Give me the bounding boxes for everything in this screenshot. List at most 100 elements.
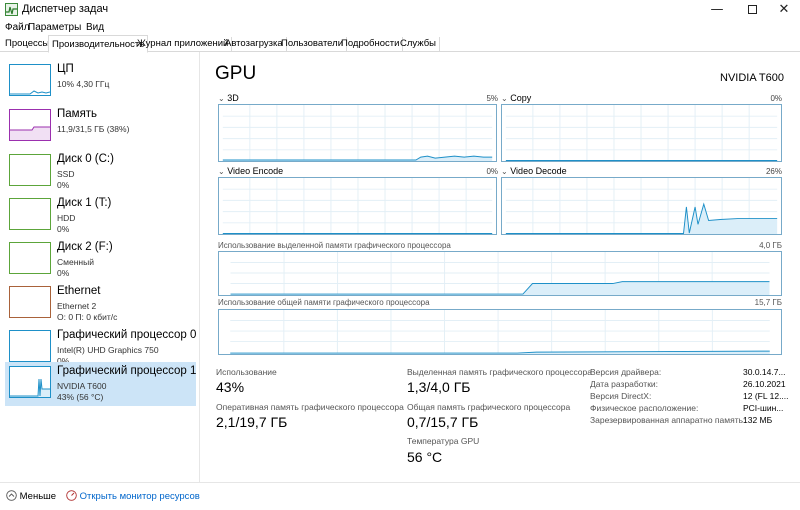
minimize-icon: — <box>710 2 724 17</box>
sidebar-item-detail: SSD <box>57 169 75 179</box>
info-value: 30.0.14.7... <box>743 367 786 377</box>
temperature-label: Температура GPU <box>407 436 480 446</box>
chevron-down-icon: ⌄ <box>501 167 508 176</box>
info-value: 26.10.2021 <box>743 379 786 389</box>
engine-selector-copy[interactable]: ⌄ Copy <box>501 93 531 103</box>
info-key: Физическое расположение: <box>590 403 699 413</box>
tab-details[interactable]: Подробности <box>338 37 404 52</box>
info-value: PCI-шин... <box>743 403 784 413</box>
sidebar-item-label: Диск 2 (F:) <box>57 241 113 253</box>
sidebar-item-ethernet[interactable]: Ethernet Ethernet 2 О: 0 П: 0 кбит/с <box>5 282 196 326</box>
title-bar: Диспетчер задач — ✕ <box>0 0 800 20</box>
gpu-model-name: NVIDIA T600 <box>720 72 784 84</box>
maximize-button[interactable] <box>735 0 769 20</box>
sidebar-item-detail: Intel(R) UHD Graphics 750 <box>57 345 159 355</box>
sidebar-item-label: Графический процессор 0 <box>57 329 197 341</box>
cpu-thumbnail-graph <box>9 64 51 96</box>
graph-percent: 26% <box>765 167 782 176</box>
sidebar-item-memory[interactable]: Память 11,9/31,5 ГБ (38%) <box>5 105 196 149</box>
disk-thumbnail-graph <box>9 154 51 186</box>
disk-thumbnail-graph <box>9 242 51 274</box>
sidebar-item-detail: 10% 4,30 ГГц <box>57 79 110 89</box>
chevron-up-circle-icon <box>6 490 17 501</box>
graph-label: Copy <box>510 93 532 103</box>
resource-sidebar: ЦП 10% 4,30 ГГц Память 11,9/31,5 ГБ (38%… <box>0 52 200 482</box>
sidebar-item-detail: HDD <box>57 213 76 223</box>
memory-thumbnail-graph <box>9 109 51 141</box>
tab-startup[interactable]: Автозагрузка <box>222 37 287 52</box>
info-value: 132 МБ <box>743 415 773 425</box>
graph-label: 3D <box>227 93 239 103</box>
sidebar-item-detail: 0% <box>57 224 70 234</box>
task-manager-icon <box>5 3 18 16</box>
dedicated-memory-max: 4,0 ГБ <box>759 241 782 250</box>
info-key: Версия драйвера: <box>590 367 662 377</box>
tab-services[interactable]: Службы <box>397 37 440 52</box>
footer: Меньше Открыть монитор ресурсов <box>0 482 800 510</box>
usage-label: Использование <box>216 367 277 377</box>
resource-monitor-icon <box>66 490 77 501</box>
gpu-thumbnail-graph <box>9 366 51 398</box>
tab-bar: Процессы Производительность Журнал прило… <box>0 35 800 53</box>
close-icon: ✕ <box>778 2 790 17</box>
sidebar-item-detail: NVIDIA T600 <box>57 381 107 391</box>
disk-thumbnail-graph <box>9 198 51 230</box>
graph-label: Video Decode <box>510 166 567 176</box>
sidebar-item-detail: 11,9/31,5 ГБ (38%) <box>57 124 130 134</box>
sidebar-item-detail: Ethernet 2 <box>57 301 97 311</box>
tab-users[interactable]: Пользователи <box>278 37 348 52</box>
sidebar-item-cpu[interactable]: ЦП 10% 4,30 ГГц <box>5 60 196 104</box>
graph-percent: 0% <box>486 167 498 176</box>
maximize-icon <box>747 5 757 14</box>
sidebar-item-detail: 0% <box>57 268 70 278</box>
sidebar-item-label: Диск 0 (C:) <box>57 153 114 165</box>
page-title: GPU <box>215 63 257 84</box>
gpu-memory-value: 2,1/19,7 ГБ <box>216 414 288 430</box>
chevron-down-icon: ⌄ <box>218 94 225 103</box>
info-value: 12 (FL 12.... <box>743 391 789 401</box>
shared-memory-stat-value: 0,7/15,7 ГБ <box>407 414 479 430</box>
info-key: Версия DirectX: <box>590 391 652 401</box>
sidebar-item-disk0[interactable]: Диск 0 (C:) SSD 0% <box>5 150 196 194</box>
resource-monitor-label: Открыть монитор ресурсов <box>79 491 200 502</box>
dedicated-memory-stat-value: 1,3/4,0 ГБ <box>407 379 471 395</box>
sidebar-item-label: ЦП <box>57 63 74 75</box>
graph-3d <box>218 104 497 162</box>
menu-bar: Файл Параметры Вид <box>0 20 800 36</box>
graph-percent: 5% <box>486 94 498 103</box>
info-key: Зарезервированная аппаратно память: <box>590 415 746 425</box>
graph-copy <box>501 104 782 162</box>
engine-selector-3d[interactable]: ⌄ 3D <box>218 93 239 103</box>
sidebar-item-label: Память <box>57 108 98 120</box>
shared-memory-label: Использование общей памяти графического … <box>218 298 430 307</box>
minimize-button[interactable]: — <box>700 0 734 20</box>
open-resource-monitor-link[interactable]: Открыть монитор ресурсов <box>66 490 200 502</box>
close-button[interactable]: ✕ <box>767 0 800 20</box>
menu-view[interactable]: Вид <box>86 22 104 33</box>
sidebar-item-detail: 0% <box>57 180 70 190</box>
engine-selector-video-encode[interactable]: ⌄ Video Encode <box>218 166 283 176</box>
fewer-details-button[interactable]: Меньше <box>6 490 56 502</box>
chevron-down-icon: ⌄ <box>218 167 225 176</box>
tab-app-history[interactable]: Журнал приложений <box>134 37 233 52</box>
graph-video-decode <box>501 177 782 235</box>
sidebar-item-detail: Сменный <box>57 257 94 267</box>
graph-shared-memory <box>218 309 782 355</box>
menu-options[interactable]: Параметры <box>28 22 81 33</box>
usage-value: 43% <box>216 379 245 395</box>
sidebar-item-label: Графический процессор 1 <box>57 365 197 377</box>
menu-file[interactable]: Файл <box>5 22 30 33</box>
graph-label: Video Encode <box>227 166 284 176</box>
chevron-down-icon: ⌄ <box>501 94 508 103</box>
graph-dedicated-memory <box>218 251 782 296</box>
engine-selector-video-decode[interactable]: ⌄ Video Decode <box>501 166 567 176</box>
sidebar-item-disk1[interactable]: Диск 1 (T:) HDD 0% <box>5 194 196 238</box>
graph-video-encode <box>218 177 497 235</box>
fewer-details-label: Меньше <box>19 491 57 502</box>
sidebar-item-detail: 43% (56 °C) <box>57 392 104 402</box>
tab-processes[interactable]: Процессы <box>2 37 54 52</box>
dedicated-memory-stat-label: Выделенная память графического процессор… <box>407 367 592 377</box>
graph-percent: 0% <box>770 94 782 103</box>
sidebar-item-disk2[interactable]: Диск 2 (F:) Сменный 0% <box>5 238 196 282</box>
sidebar-item-gpu1[interactable]: Графический процессор 1 NVIDIA T600 43% … <box>5 362 196 406</box>
